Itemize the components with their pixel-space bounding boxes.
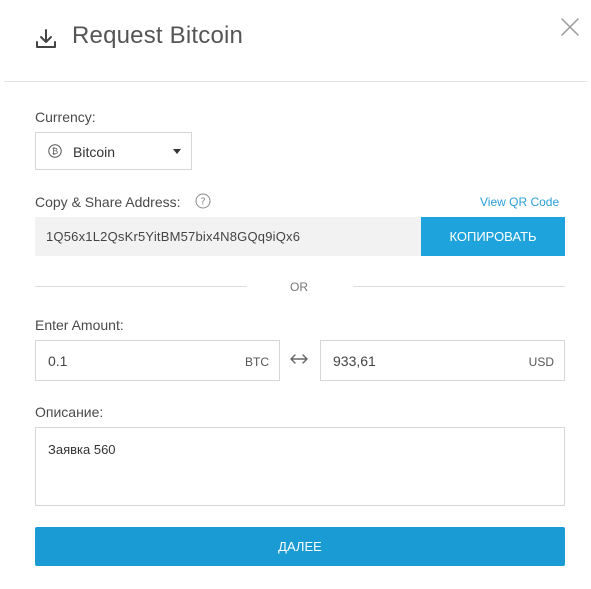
- btc-unit: BTC: [245, 355, 269, 369]
- svg-text:?: ?: [200, 197, 205, 208]
- view-qr-code-link[interactable]: View QR Code: [480, 195, 559, 209]
- or-divider-left: [35, 286, 247, 287]
- chevron-down-icon: [173, 149, 181, 154]
- copy-button[interactable]: КОПИРОВАТЬ: [421, 217, 565, 256]
- modal-header: Request Bitcoin: [0, 0, 591, 82]
- download-icon: [36, 29, 56, 48]
- usd-amount-value: 933,61: [333, 353, 376, 369]
- swap-arrows-icon[interactable]: [289, 352, 309, 366]
- usd-unit: USD: [528, 355, 554, 369]
- amount-label: Enter Amount:: [35, 317, 124, 333]
- or-divider-right: [353, 286, 565, 287]
- address-field[interactable]: 1Q56x1L2QsKr5YitBM57bix4N8GQq9iQx6: [35, 217, 421, 256]
- header-divider: [4, 81, 587, 82]
- description-value: Заявка 560: [48, 442, 116, 457]
- currency-label: Currency:: [35, 109, 96, 125]
- question-icon[interactable]: ?: [195, 193, 211, 209]
- or-divider-text: OR: [290, 280, 308, 294]
- bitcoin-icon: ₿: [48, 144, 62, 158]
- close-icon[interactable]: [558, 15, 582, 39]
- currency-dropdown[interactable]: ₿ Bitcoin: [35, 132, 192, 170]
- btc-amount-value: 0.1: [48, 353, 68, 369]
- modal-title: Request Bitcoin: [72, 22, 244, 49]
- description-label: Описание:: [35, 404, 104, 420]
- address-value: 1Q56x1L2QsKr5YitBM57bix4N8GQq9iQx6: [46, 229, 301, 244]
- address-label: Copy & Share Address:: [35, 194, 181, 210]
- next-button[interactable]: ДАЛЕЕ: [35, 527, 565, 566]
- description-textarea[interactable]: Заявка 560: [35, 427, 565, 506]
- usd-amount-input[interactable]: 933,61 USD: [320, 340, 565, 381]
- currency-selected: Bitcoin: [73, 144, 116, 160]
- svg-text:₿: ₿: [52, 146, 58, 157]
- btc-amount-input[interactable]: 0.1 BTC: [35, 340, 280, 381]
